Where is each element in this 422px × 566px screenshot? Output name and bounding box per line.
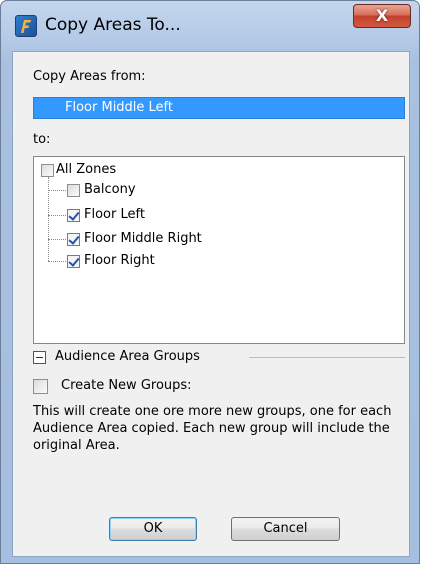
app-logo-icon — [15, 15, 37, 37]
create-groups-description: This will create one ore more new groups… — [33, 404, 392, 453]
dialog-window: Copy Areas To... X Copy Areas from: Floo… — [0, 0, 420, 564]
tree-connector — [48, 239, 66, 240]
floor-right-checkbox[interactable] — [67, 255, 80, 268]
ok-button[interactable]: OK — [109, 517, 197, 541]
balcony-checkbox[interactable] — [67, 184, 80, 197]
window-title: Copy Areas To... — [45, 15, 181, 35]
tree-item-balcony[interactable]: Balcony — [84, 182, 136, 197]
create-groups-label[interactable]: Create New Groups: — [61, 378, 192, 393]
create-groups-checkbox[interactable] — [33, 379, 48, 394]
tree-item-floor-middle-right[interactable]: Floor Middle Right — [84, 231, 202, 246]
to-label: to: — [33, 132, 51, 147]
tree-connector — [48, 261, 66, 262]
floor-middle-right-checkbox[interactable] — [67, 233, 80, 246]
dialog-body: Copy Areas from: Floor Middle Left to: A… — [12, 51, 410, 557]
cancel-button[interactable]: Cancel — [231, 517, 340, 541]
section-divider — [249, 357, 405, 358]
tree-item-floor-left[interactable]: Floor Left — [84, 207, 145, 222]
tree-connector — [48, 215, 66, 216]
close-icon: X — [375, 6, 389, 25]
tree-item-floor-right[interactable]: Floor Right — [84, 253, 155, 268]
copy-from-label: Copy Areas from: — [33, 69, 146, 84]
title-bar[interactable]: Copy Areas To... X — [1, 1, 419, 51]
tree-item-all-zones[interactable]: All Zones — [56, 162, 116, 177]
zones-tree[interactable]: All Zones Balcony Floor Left Floor Middl… — [33, 156, 405, 344]
audience-groups-label: Audience Area Groups — [55, 349, 200, 364]
collapse-minus-icon[interactable] — [33, 351, 46, 364]
source-area-field[interactable]: Floor Middle Left — [33, 97, 405, 119]
all-zones-checkbox[interactable] — [41, 164, 54, 177]
tree-connector — [48, 190, 66, 191]
close-button[interactable]: X — [353, 4, 411, 28]
floor-left-checkbox[interactable] — [67, 209, 80, 222]
